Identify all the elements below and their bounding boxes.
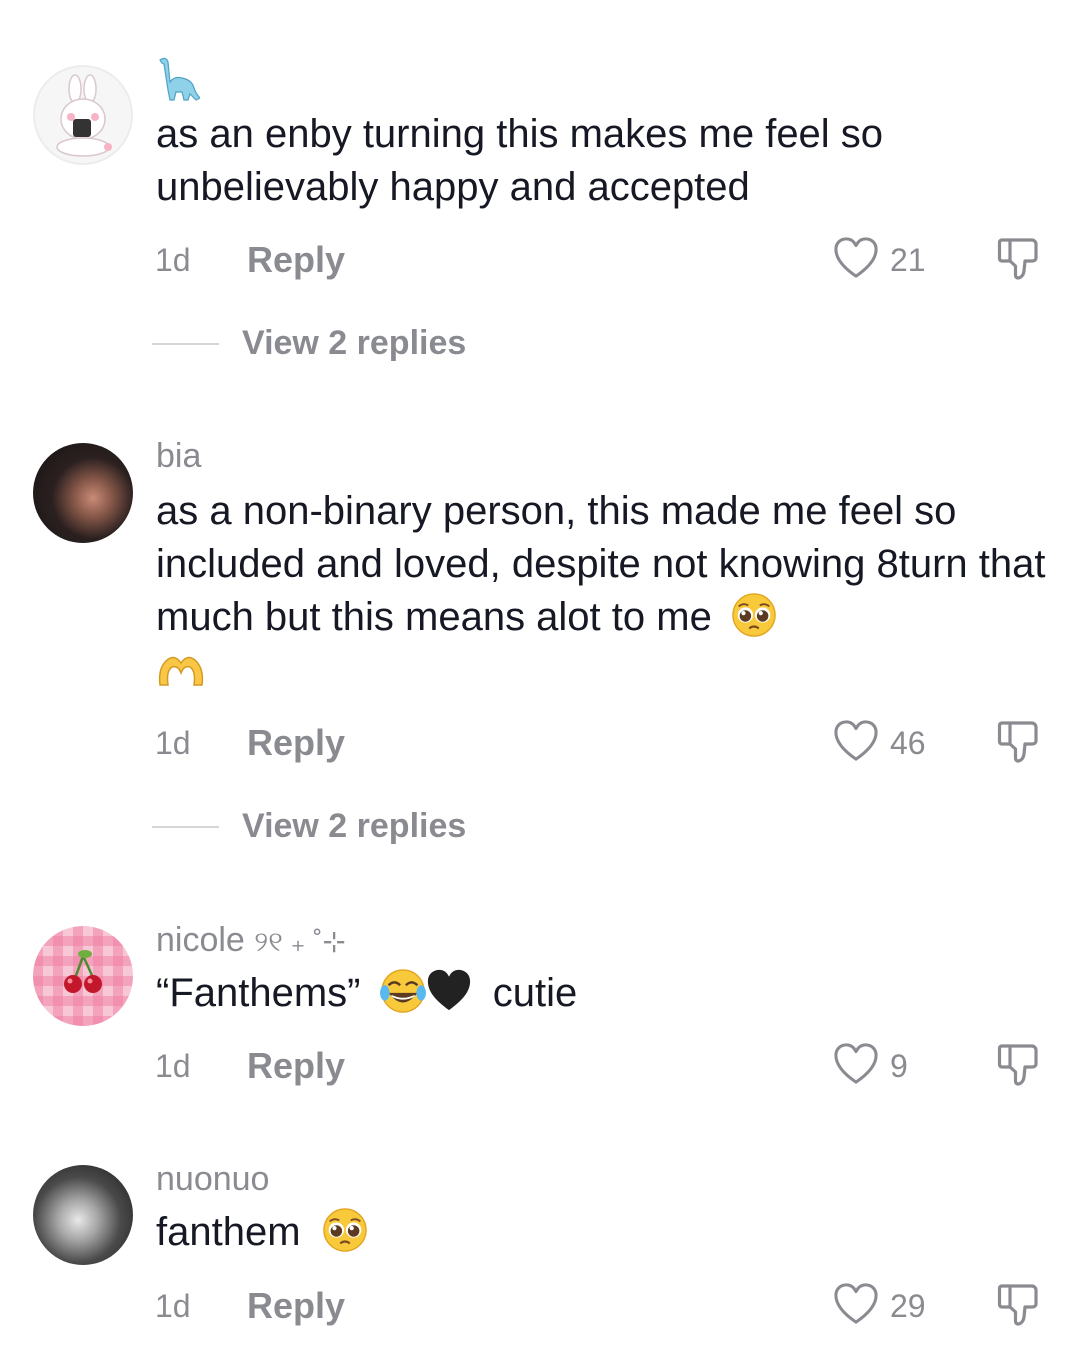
- view-replies[interactable]: View 2 replies: [0, 322, 1080, 366]
- black-heart-emoji: [427, 970, 470, 1011]
- comment-username[interactable]: nuonuo: [156, 1160, 269, 1199]
- avatar[interactable]: [33, 443, 133, 543]
- comment-actions: 1d Reply 9: [0, 1042, 1080, 1092]
- comment-text: as a non-binary person, this made me fee…: [156, 485, 1046, 697]
- comment-text: “Fanthems” cutie: [156, 967, 1046, 1020]
- comment-text-part1: “Fanthems”: [156, 971, 361, 1015]
- comment-username[interactable]: bia: [156, 437, 201, 476]
- cherry-avatar-illustration: [64, 950, 102, 993]
- divider-line: [152, 826, 219, 828]
- heart-hands-emoji: [158, 657, 204, 687]
- pleading-face-emoji: [322, 1207, 368, 1253]
- heart-icon[interactable]: [833, 236, 879, 280]
- thumbs-down-icon[interactable]: [996, 1282, 1040, 1328]
- comment-text: fanthem: [156, 1206, 1046, 1259]
- tears-of-joy-emoji: [379, 969, 426, 1014]
- comment-time: 1d: [155, 242, 191, 278]
- avatar[interactable]: [33, 65, 133, 165]
- view-replies-label[interactable]: View 2 replies: [242, 807, 466, 846]
- reply-button[interactable]: Reply: [247, 1285, 345, 1327]
- thumbs-down-icon[interactable]: [996, 719, 1040, 765]
- heart-icon[interactable]: [833, 719, 879, 763]
- comment-username[interactable]: nicole ୨୧ ₊ ˚⊹: [156, 921, 346, 960]
- comment-time: 1d: [155, 725, 191, 761]
- reply-button[interactable]: Reply: [247, 1045, 345, 1087]
- bunny-avatar-illustration: [56, 74, 112, 157]
- heart-icon[interactable]: [833, 1042, 879, 1086]
- comment-text: as an enby turning this makes me feel so…: [156, 112, 884, 209]
- comment-actions: 1d Reply 29: [0, 1282, 1080, 1332]
- divider-line: [152, 343, 219, 345]
- thumbs-down-icon[interactable]: [996, 1042, 1040, 1088]
- thumbs-down-icon[interactable]: [996, 236, 1040, 282]
- like-count: 46: [890, 725, 926, 761]
- avatar[interactable]: [33, 926, 133, 1026]
- comment-text-content: fanthem: [156, 1210, 301, 1254]
- dinosaur-emoji-icon: [156, 56, 202, 102]
- reply-button[interactable]: Reply: [247, 722, 345, 764]
- view-replies-label[interactable]: View 2 replies: [242, 324, 466, 363]
- comment-text-part2: cutie: [492, 971, 578, 1015]
- like-count: 29: [890, 1288, 926, 1324]
- heart-icon[interactable]: [833, 1282, 879, 1326]
- comment-time: 1d: [155, 1288, 191, 1324]
- username-decoration: ୨୧ ₊ ˚⊹: [254, 926, 346, 957]
- comment-actions: 1d Reply 21: [0, 236, 1080, 286]
- pleading-face-emoji: [731, 592, 777, 638]
- comment-actions: 1d Reply 46: [0, 719, 1080, 769]
- comment-text-content: as a non-binary person, this made me fee…: [156, 489, 1046, 639]
- username-text: nicole: [156, 921, 245, 959]
- reply-button[interactable]: Reply: [247, 239, 345, 281]
- avatar[interactable]: [33, 1165, 133, 1265]
- like-count: 9: [890, 1048, 908, 1084]
- view-replies[interactable]: View 2 replies: [0, 805, 1080, 849]
- comment-time: 1d: [155, 1048, 191, 1084]
- like-count: 21: [890, 242, 926, 278]
